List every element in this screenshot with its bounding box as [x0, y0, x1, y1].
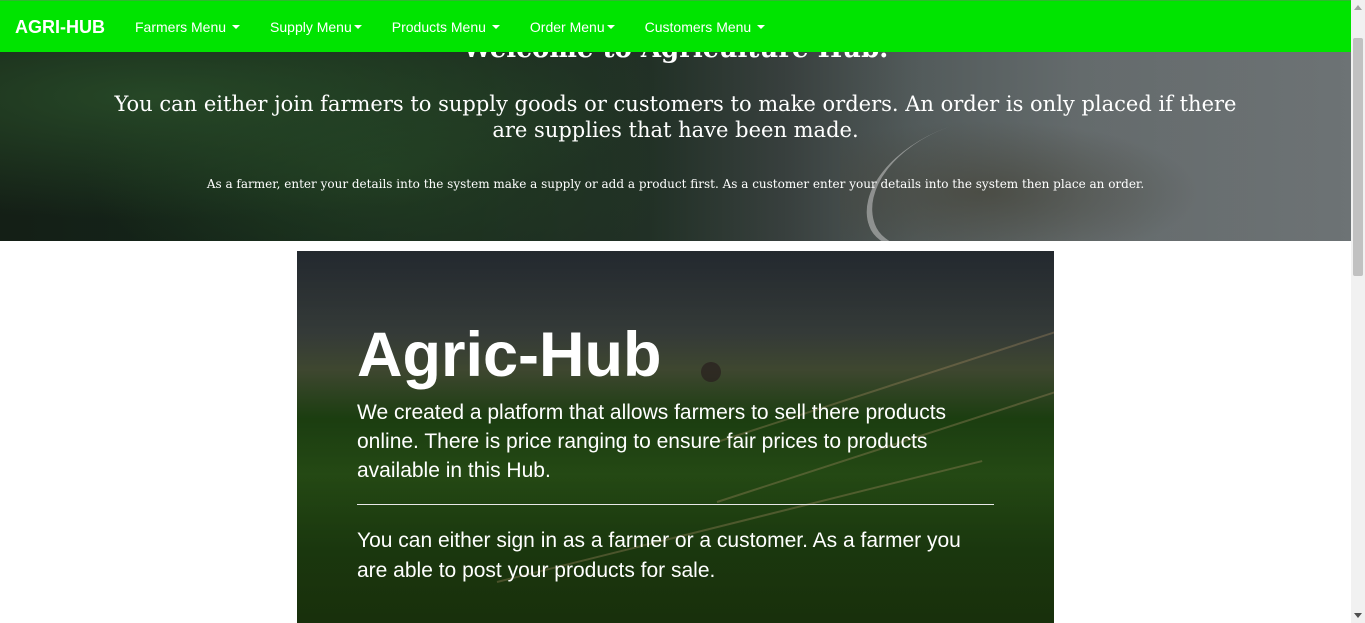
card-title: Agric-Hub	[357, 320, 662, 390]
scroll-down-arrow-icon[interactable]	[1354, 613, 1362, 618]
card-signin-info: You can either sign in as a farmer or a …	[357, 529, 961, 582]
scroll-up-arrow-icon[interactable]	[1354, 5, 1362, 10]
card-divider	[357, 504, 994, 505]
page-scrollbar[interactable]	[1351, 0, 1365, 623]
card-background-tree	[701, 362, 721, 382]
caret-down-icon	[232, 24, 241, 29]
brand-logo-link[interactable]: AGRI-HUB	[0, 2, 120, 52]
nav-products-menu-label: Products Menu	[391, 18, 486, 35]
scrollbar-thumb[interactable]	[1353, 38, 1363, 276]
caret-down-icon	[491, 24, 500, 29]
nav-order-menu[interactable]: Order Menu	[515, 2, 630, 52]
nav-customers-menu[interactable]: Customers Menu	[630, 2, 781, 52]
top-navbar: AGRI-HUB Farmers Menu Supply Menu Produc…	[0, 0, 1351, 52]
card-description: We created a platform that allows farmer…	[357, 401, 947, 482]
caret-down-icon	[606, 24, 615, 29]
nav-products-menu[interactable]: Products Menu	[377, 2, 515, 52]
nav-customers-menu-label: Customers Menu	[644, 18, 752, 35]
nav-farmers-menu[interactable]: Farmers Menu	[120, 2, 255, 52]
about-card: Agric-Hub We created a platform that all…	[297, 251, 1054, 623]
nav-supply-menu[interactable]: Supply Menu	[255, 2, 377, 52]
nav-supply-menu-label: Supply Menu	[270, 18, 352, 35]
nav-order-menu-label: Order Menu	[529, 18, 605, 35]
caret-down-icon	[353, 24, 362, 29]
hero-lead-text: You can either join farmers to supply go…	[114, 92, 1237, 142]
caret-down-icon	[757, 24, 766, 29]
hero-instructions: As a farmer, enter your details into the…	[206, 177, 1145, 191]
nav-farmers-menu-label: Farmers Menu	[135, 18, 227, 35]
